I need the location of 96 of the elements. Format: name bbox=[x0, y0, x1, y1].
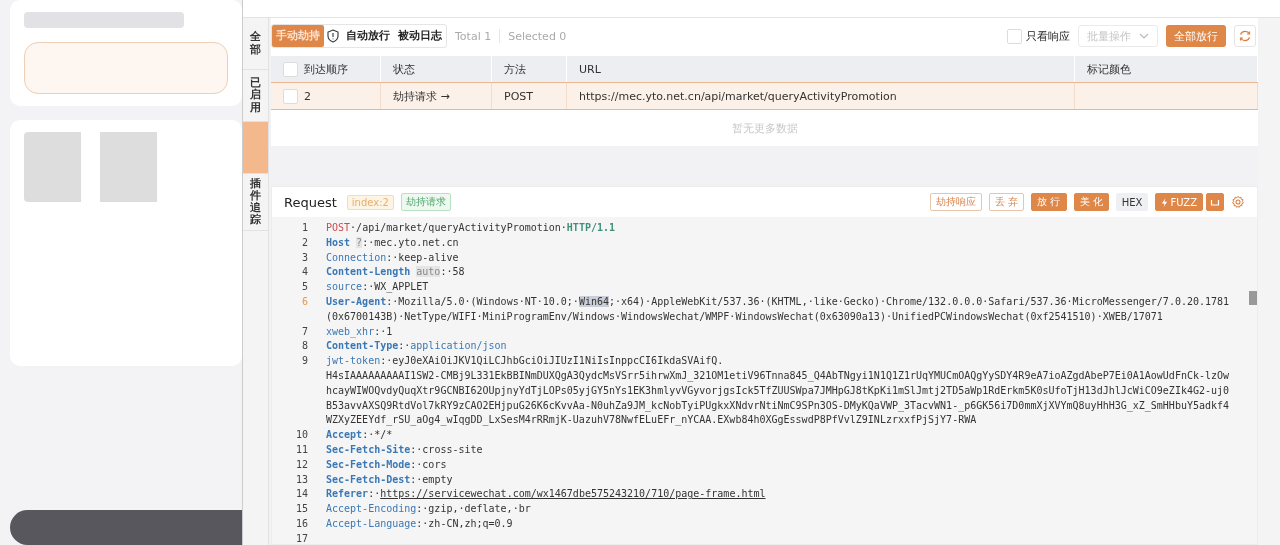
code-text: :·58 bbox=[440, 266, 465, 278]
table-row[interactable]: 2 劫持请求 → POST https://mec.yto.net.cn/api/market/queryActivityPromotion bbox=[271, 82, 1258, 110]
shield-icon bbox=[326, 29, 340, 43]
code-editor[interactable] bbox=[272, 217, 1257, 544]
code-text: :·*/* bbox=[362, 429, 393, 441]
hint-tag: auto bbox=[416, 266, 441, 278]
code-text: :·1 bbox=[374, 325, 393, 337]
selected-text: Win64 bbox=[578, 296, 609, 307]
line-number: 7 bbox=[300, 324, 309, 339]
panel-title: Request bbox=[284, 194, 337, 210]
line-number: 8 bbox=[300, 339, 309, 354]
code-text: ·/api/market/queryActivityPromotion· bbox=[350, 222, 567, 233]
line-number: 13 bbox=[294, 472, 309, 487]
header-name: jwt-token bbox=[326, 355, 381, 367]
code-text: H4sIAAAAAAAAAI1SW2-CMBj9L331EkBBINmDUXQgA3QydcMsVSrr5ihrwXmJ_321OM1etiV96Tnna845_Q4AbTNgyi1N1Q1Z1rUqYMUCmOAQgYySDY4R9eA7ioAZgdAbeP7Ei0A1AowUdFnCk-lzOw bbox=[326, 369, 1230, 381]
column-header: URL bbox=[579, 62, 601, 76]
checkbox[interactable] bbox=[283, 61, 298, 77]
column-header: 到达顺序 bbox=[304, 61, 348, 77]
header-name: Accept-Language bbox=[326, 517, 417, 529]
header-name: source bbox=[326, 281, 363, 293]
code-text: :·eyJ0eXAiOiJKV1QiLCJhbGciOiJIUzI1NiIsInppcCI6IkdaSVAifQ. bbox=[380, 355, 724, 367]
selected-count: Selected 0 bbox=[508, 29, 567, 43]
code-text: :·cross-site bbox=[410, 443, 483, 455]
checkbox[interactable] bbox=[283, 88, 298, 104]
line-number: 2 bbox=[300, 235, 309, 250]
table-cell: https://mec.yto.net.cn/api/market/queryActivityPromotion bbox=[579, 89, 897, 103]
chevron-down-icon bbox=[1139, 33, 1149, 39]
code-text: :·cors bbox=[410, 458, 447, 470]
side-tab[interactable] bbox=[243, 122, 268, 174]
line-number: 6 bbox=[300, 295, 309, 309]
refresh-button[interactable] bbox=[1234, 25, 1256, 47]
code-text: ;·x64)·AppleWebKit/537.36·(KHTML,·like·Gecko)·Chrome/132.0.0.0·Safari/537.36·MicroMessenger/7.0.20.1781 bbox=[609, 296, 1230, 307]
total-count: Total 1 bbox=[455, 29, 492, 43]
code-text: B53avvAXSQ9RtdVol7kRY9zCAO2EHjpuG26K6cKvvAa-N0uhZa9JM_kcNobTyiPUgkxXNdvrNtiNmC9SPn3OS-DMyKQaVWP_3TacvWN1-_p6GK56i7D0mmXjXVYmQ8uyHhH3G_xZ_SmHHbuY5adkf4 bbox=[326, 399, 1230, 411]
hint-tag: ? bbox=[356, 236, 363, 248]
header-name: User-Agent bbox=[326, 296, 387, 307]
mode-tab[interactable]: 被动日志 bbox=[394, 25, 446, 47]
line-number: 14 bbox=[294, 487, 309, 502]
settings-icon[interactable] bbox=[1231, 195, 1245, 209]
checkbox-label: 只看响应 bbox=[1026, 28, 1070, 44]
refresh-icon bbox=[1238, 29, 1252, 43]
header-value: application/json bbox=[410, 340, 507, 352]
side-tab[interactable]: 插件追踪 bbox=[243, 174, 268, 232]
column-header: 标记颜色 bbox=[1087, 61, 1131, 77]
side-tab[interactable]: 全部 bbox=[243, 18, 268, 70]
line-number: 15 bbox=[294, 502, 309, 517]
header-name: Sec-Fetch-Site bbox=[326, 443, 411, 455]
bracket-icon bbox=[1210, 197, 1220, 207]
http-method: POST bbox=[326, 222, 351, 233]
line-number: 16 bbox=[294, 516, 309, 531]
line-number: 12 bbox=[294, 457, 309, 472]
code-text: WZXyZEEYdf_rSU_aOg4_wIqgDD_LxSesM4rRRmjK-UazuhV78NwfELuEFr_nYCAA.EXwb84h0XGgEsswdP8PfVvlZ9INLzrxxfPjSjY7-RWA bbox=[326, 414, 977, 426]
wrap-button[interactable] bbox=[1206, 193, 1224, 211]
code-text: :·Mozilla/5.0·(Windows·NT·10.0;· bbox=[386, 296, 579, 307]
code-text: :· bbox=[368, 488, 381, 500]
code-text: (0x6700143B)·NetType/WIFI·MiniProgramEnv/Windows·WindowsWechat/WMPF·WindowsWechat(0x63090a13)·UnifiedPCWindowsWechat(0xf2541510)·XWEB/17071 bbox=[326, 310, 1163, 322]
line-number: 5 bbox=[300, 280, 309, 295]
code-text: :· bbox=[398, 340, 411, 352]
action-button[interactable]: HEX bbox=[1115, 193, 1149, 211]
code-text: :·keep-alive bbox=[386, 251, 459, 263]
header-name: Content-Length bbox=[326, 266, 411, 278]
header-name: Content-Type bbox=[326, 340, 399, 352]
line-number: 9 bbox=[300, 354, 309, 369]
link[interactable]: https://servicewechat.com/wx1467dbe575243210/710/page-frame.html bbox=[380, 488, 766, 500]
mode-tab[interactable]: 自动放行 bbox=[342, 25, 394, 47]
table-cell: 2 bbox=[304, 89, 311, 103]
http-version: HTTP/1.1 bbox=[566, 222, 615, 233]
line-number: 3 bbox=[300, 250, 309, 265]
status-tag: 劫持请求 bbox=[400, 193, 451, 211]
line-number: 10 bbox=[294, 428, 309, 443]
scroll-thumb[interactable] bbox=[1249, 291, 1257, 305]
index-tag: index:2 bbox=[346, 194, 394, 210]
table-cell: POST bbox=[504, 89, 533, 103]
header-name: Connection bbox=[326, 251, 387, 263]
header-name: Accept-Encoding bbox=[326, 503, 417, 515]
column-header: 状态 bbox=[393, 61, 415, 77]
line-number: 1 bbox=[300, 221, 309, 235]
line-number: 11 bbox=[294, 442, 309, 457]
code-text: hcayWIWOQvdyQuqXtr9GCNBI62OUpjnyYdTjLOPs05yjGY5nYs1EK3hmlyvVGyvorjgsIck5TfZUUSWpa7JMHpGJ8tKpKi1mSlJmtj2TD5aWp1RdErkm5K0sUfoTjH13dJhlJcWiCO9eZIk4G2-uj0 bbox=[326, 384, 1230, 396]
code-text: :·empty bbox=[410, 473, 453, 485]
lightning-icon bbox=[1161, 197, 1169, 207]
checkbox[interactable] bbox=[1007, 28, 1022, 44]
header-name: Referer bbox=[326, 488, 369, 500]
code-text: :·WX_APPLET bbox=[362, 281, 429, 293]
line-number: 17 bbox=[294, 531, 309, 544]
table-cell: 劫持请求 → bbox=[393, 88, 450, 104]
header-name: Host bbox=[326, 236, 351, 248]
header-name: xweb_xhr bbox=[326, 325, 375, 337]
header-name: Accept bbox=[326, 429, 363, 441]
header-name: Sec-Fetch-Dest bbox=[326, 473, 411, 485]
code-text: :·zh-CN,zh;q=0.9 bbox=[416, 517, 513, 529]
header-name: Sec-Fetch-Mode bbox=[326, 458, 411, 470]
column-header: 方法 bbox=[504, 61, 526, 77]
line-number: 4 bbox=[300, 265, 309, 280]
code-text: :·gzip,·deflate,·br bbox=[416, 503, 531, 515]
code-text: :·mec.yto.net.cn bbox=[362, 236, 459, 248]
